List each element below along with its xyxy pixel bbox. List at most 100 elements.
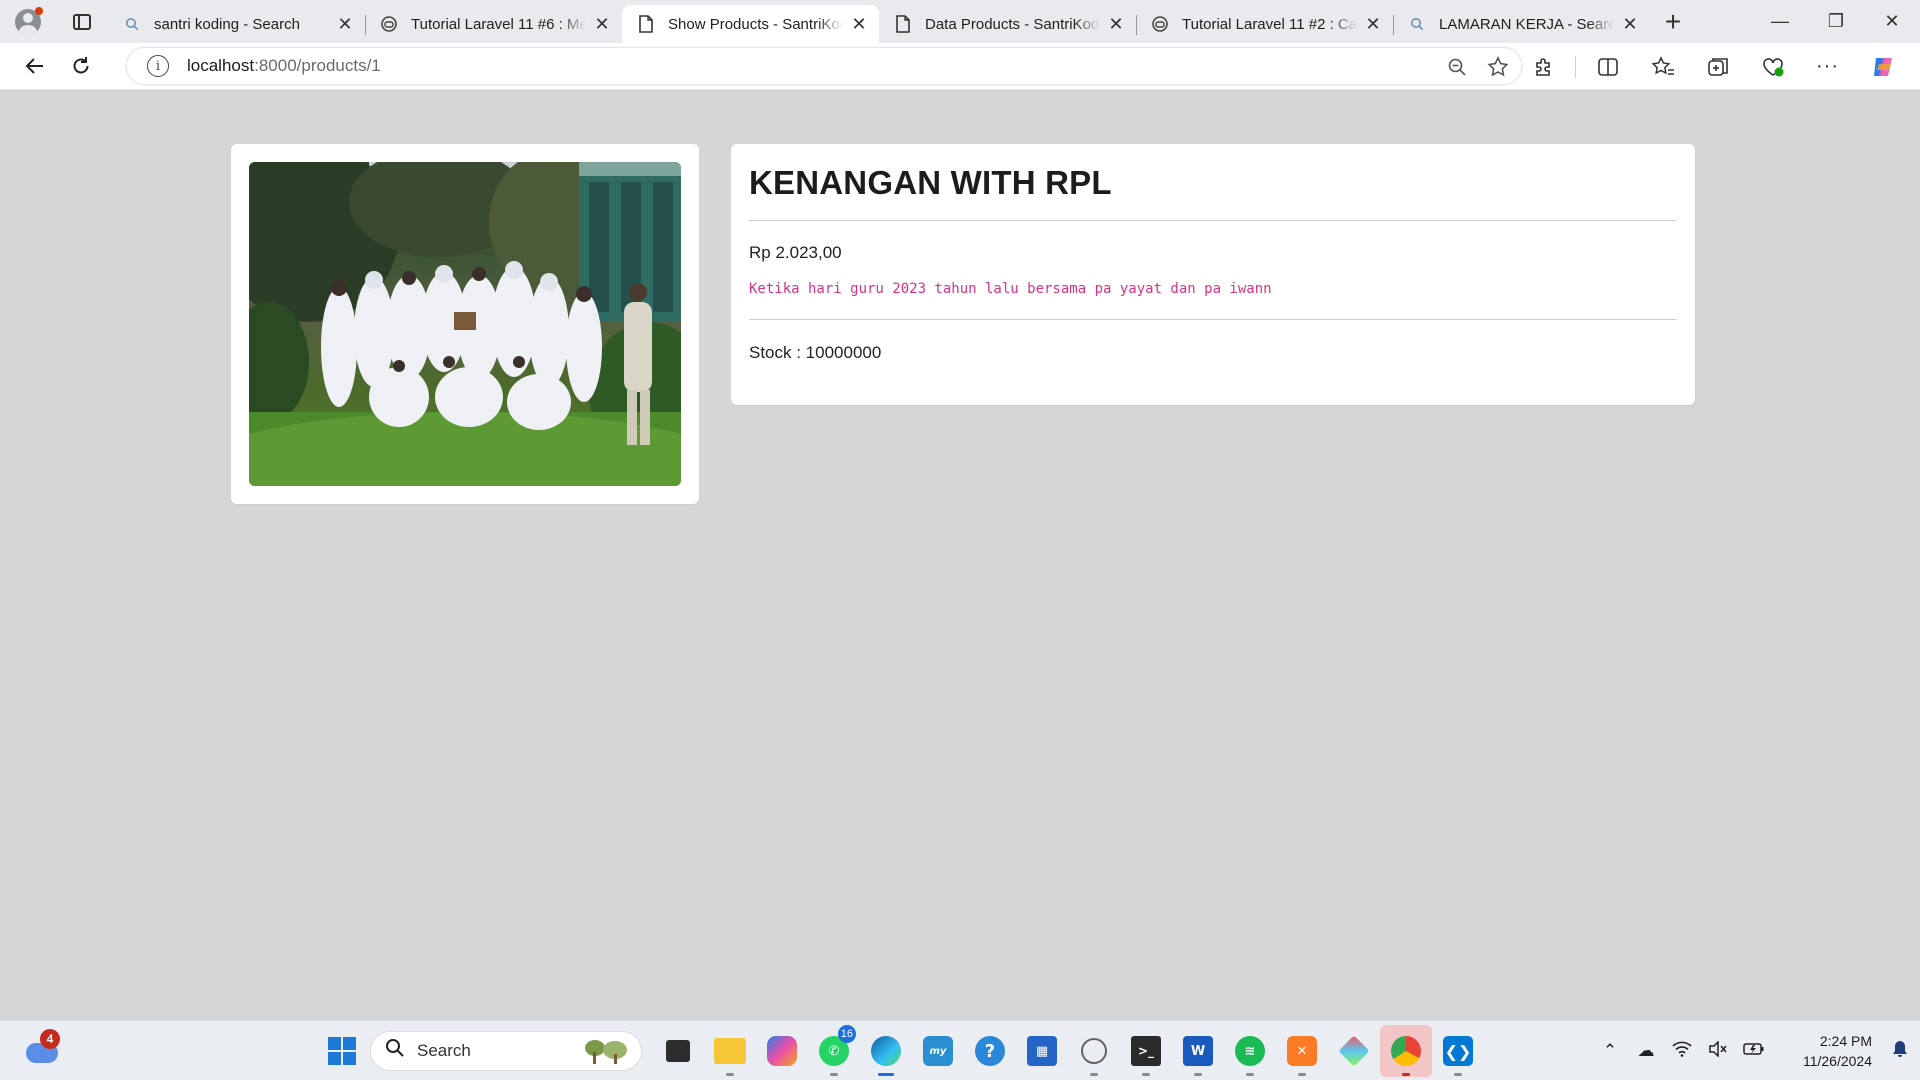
system-tray: ⌃ ☁ 2:24 PM 11/26/2024 <box>1592 1021 1920 1080</box>
tab-lamaran-kerja-search[interactable]: LAMARAN KERJA - Search ✕ <box>1393 5 1650 43</box>
url-text: localhost:8000/products/1 <box>187 56 381 76</box>
page-viewport: KENANGAN WITH RPL Rp 2.023,00 Ketika har… <box>5 91 1917 1018</box>
word-button[interactable]: W <box>1172 1025 1224 1077</box>
close-tab-icon[interactable]: ✕ <box>335 14 355 34</box>
search-icon <box>385 1038 405 1064</box>
file-explorer-button[interactable] <box>704 1025 756 1077</box>
zoom-out-icon[interactable] <box>1447 57 1467 77</box>
tab-tutorial-laravel-2[interactable]: Tutorial Laravel 11 #2 : Cara Install ✕ <box>1136 5 1393 43</box>
favorites-icon[interactable] <box>1635 47 1690 87</box>
product-price: Rp 2.023,00 <box>749 243 842 262</box>
mysql-icon: my <box>923 1036 953 1066</box>
wifi-icon[interactable] <box>1664 1041 1700 1062</box>
minimize-icon[interactable]: — <box>1752 0 1808 43</box>
xampp-button[interactable]: ✕ <box>1276 1025 1328 1077</box>
clock[interactable]: 2:24 PM 11/26/2024 <box>1772 1031 1872 1071</box>
product-description: Ketika hari guru 2023 tahun lalu bersama… <box>749 281 1272 297</box>
microsoft-store-button[interactable]: ▦ <box>1016 1025 1068 1077</box>
new-tab-button[interactable]: + <box>1650 0 1696 43</box>
page-icon <box>893 14 913 34</box>
onedrive-cloud-icon[interactable]: ☁ <box>1628 1041 1664 1061</box>
collections-icon[interactable] <box>1690 47 1745 87</box>
chrome-button[interactable] <box>1380 1025 1432 1077</box>
vscode-button[interactable]: ❮❯ <box>1432 1025 1484 1077</box>
close-tab-icon[interactable]: ✕ <box>1106 14 1126 34</box>
gear-icon <box>1081 1038 1107 1064</box>
favorite-star-icon[interactable] <box>1487 56 1509 78</box>
tab-santri-koding-search[interactable]: santri koding - Search ✕ <box>108 5 365 43</box>
refresh-button[interactable] <box>58 46 104 86</box>
tab-title: santri koding - Search <box>154 15 300 33</box>
tab-title: Tutorial Laravel 11 #2 : Cara Install <box>1182 15 1357 33</box>
close-tab-icon[interactable]: ✕ <box>592 14 612 34</box>
profile-button[interactable] <box>0 0 56 43</box>
edge-button[interactable] <box>860 1025 912 1077</box>
copilot-icon[interactable] <box>1855 47 1910 87</box>
divider <box>749 319 1677 320</box>
task-view-icon <box>666 1040 690 1062</box>
tab-title: Show Products - SantriKoding.com <box>668 15 843 33</box>
whatsapp-button[interactable]: ✆ 16 <box>808 1025 860 1077</box>
weather-badge: 4 <box>40 1029 60 1049</box>
diamond-app-icon <box>1338 1035 1370 1067</box>
extensions-icon[interactable] <box>1516 47 1571 87</box>
terminal-button[interactable]: >_ <box>1120 1025 1172 1077</box>
running-indicator <box>1090 1073 1098 1076</box>
task-view-button[interactable] <box>652 1025 704 1077</box>
battery-icon[interactable] <box>1736 1041 1772 1061</box>
tab-data-products[interactable]: Data Products - SantriKoding.com ✕ <box>879 5 1136 43</box>
clock-time: 2:24 PM <box>1819 1033 1872 1049</box>
mysql-button[interactable]: my <box>912 1025 964 1077</box>
split-screen-icon[interactable] <box>1580 47 1635 87</box>
settings-app-button[interactable] <box>1068 1025 1120 1077</box>
running-indicator <box>1298 1073 1306 1076</box>
search-icon <box>1407 14 1427 34</box>
store-icon: ▦ <box>1027 1036 1057 1066</box>
close-window-icon[interactable]: ✕ <box>1864 0 1920 43</box>
taskbar-search[interactable]: Search <box>370 1031 642 1071</box>
close-tab-icon[interactable]: ✕ <box>1620 14 1640 34</box>
windows-taskbar: 4 Search ✆ 16 my ? ▦ >_ W ≋ ✕ ❮❯ ⌃ ☁ 2:2… <box>0 1020 1920 1080</box>
git-kraken-button[interactable] <box>1328 1025 1380 1077</box>
volume-muted-icon[interactable] <box>1700 1039 1736 1062</box>
restore-icon[interactable]: ❐ <box>1808 0 1864 43</box>
back-arrow-icon <box>25 58 43 74</box>
weather-widget[interactable]: 4 <box>26 1029 62 1065</box>
product-detail-card: KENANGAN WITH RPL Rp 2.023,00 Ketika har… <box>731 144 1695 405</box>
spotify-button[interactable]: ≋ <box>1224 1025 1276 1077</box>
tab-actions-button[interactable] <box>56 0 108 43</box>
url-path: :8000/products/1 <box>254 56 381 75</box>
folder-icon <box>714 1038 746 1064</box>
close-tab-icon[interactable]: ✕ <box>849 14 869 34</box>
chevron-up-icon[interactable]: ⌃ <box>1592 1041 1628 1061</box>
toolbar-separator <box>1575 55 1576 78</box>
chrome-icon <box>1391 1036 1421 1066</box>
more-options-icon[interactable]: ··· <box>1800 47 1855 87</box>
copilot-app-button[interactable] <box>756 1025 808 1077</box>
notification-dot <box>35 7 43 15</box>
search-highlight-icon <box>585 1040 627 1064</box>
help-question-icon: ? <box>975 1036 1005 1066</box>
close-tab-icon[interactable]: ✕ <box>1363 14 1383 34</box>
page-icon <box>636 14 656 34</box>
tab-list: santri koding - Search ✕ Tutorial Larave… <box>108 0 1650 43</box>
refresh-icon <box>73 57 89 74</box>
active-indicator <box>878 1073 894 1076</box>
help-app-button[interactable]: ? <box>964 1025 1016 1077</box>
url-host: localhost <box>187 56 255 75</box>
tab-show-products[interactable]: Show Products - SantriKoding.com ✕ <box>622 5 879 43</box>
start-button[interactable] <box>320 1029 364 1073</box>
copilot-icon <box>767 1036 797 1066</box>
tab-tutorial-laravel-6[interactable]: Tutorial Laravel 11 #6 : Menampilkan Det… <box>365 5 622 43</box>
spotify-icon: ≋ <box>1235 1036 1265 1066</box>
running-indicator <box>1142 1073 1150 1076</box>
window-controls: — ❐ ✕ <box>1752 0 1920 43</box>
address-bar[interactable]: i localhost:8000/products/1 <box>126 47 1522 85</box>
notification-bell-icon[interactable] <box>1880 1040 1920 1063</box>
browser-essentials-icon[interactable] <box>1745 47 1800 87</box>
group-photo-image <box>249 162 681 486</box>
site-info-icon[interactable]: i <box>147 55 169 77</box>
back-button[interactable] <box>12 46 58 86</box>
browser-tab-strip: santri koding - Search ✕ Tutorial Larave… <box>0 0 1920 43</box>
vscode-icon: ❮❯ <box>1443 1036 1473 1066</box>
